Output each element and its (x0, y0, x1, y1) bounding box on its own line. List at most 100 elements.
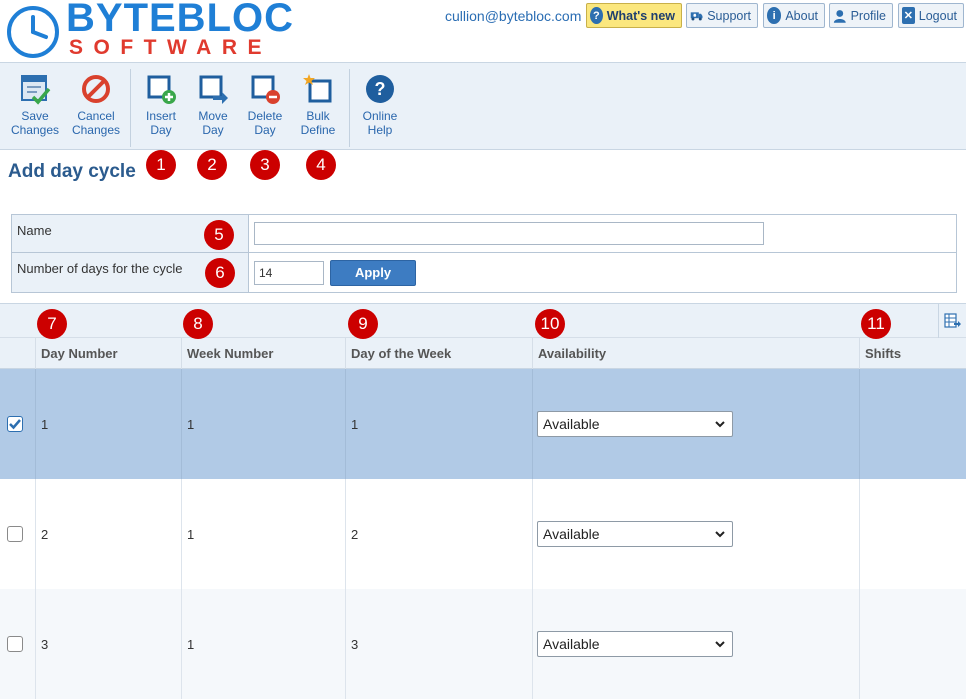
whats-new-button[interactable]: ? What's new (586, 3, 682, 28)
ambulance-icon (690, 11, 703, 20)
bulk-define-label-2: Define (300, 123, 336, 137)
chevron-down-icon (715, 531, 725, 538)
week-number-cell: 1 (181, 369, 345, 479)
week-number-cell: 1 (181, 479, 345, 589)
svg-text:?: ? (375, 79, 386, 99)
user-email[interactable]: cullion@bytebloc.com (445, 8, 581, 24)
info-icon: i (767, 7, 782, 24)
online-help-label-2: Help (367, 123, 393, 137)
column-header-day-of-week[interactable]: Day of the Week (345, 338, 532, 369)
about-button[interactable]: i About (763, 3, 825, 28)
column-header-day-number[interactable]: Day Number (35, 338, 181, 369)
logout-button[interactable]: ✕ Logout (898, 3, 964, 28)
day-of-week-cell: 3 (345, 589, 532, 699)
day-of-week-cell: 2 (345, 479, 532, 589)
online-help-label-1: Online (362, 109, 398, 123)
select-column-header (0, 338, 35, 369)
callout-badge-10: 10 (535, 309, 565, 339)
delete-icon (251, 75, 280, 104)
logo-subtitle: SOFTWARE (69, 36, 272, 59)
days-input[interactable]: 14 (254, 261, 324, 285)
name-input[interactable] (254, 222, 764, 245)
callout-badge-9: 9 (348, 309, 378, 339)
online-help-button[interactable]: ? Online Help (350, 73, 410, 143)
availability-select[interactable]: Available (537, 411, 733, 437)
checkmark-icon (9, 419, 21, 430)
move-day-label-1: Move (198, 109, 228, 123)
bulk-define-button[interactable]: Bulk Define (288, 73, 348, 143)
profile-button[interactable]: Profile (829, 3, 893, 28)
insert-day-label-2: Day (150, 123, 172, 137)
select-cell (0, 589, 35, 699)
whats-new-label: What's new (606, 8, 675, 23)
cancel-icon (82, 75, 110, 103)
days-row: Number of days for the cycle 14 Apply (12, 253, 956, 292)
export-table-icon (943, 313, 961, 328)
day-number-cell: 1 (35, 369, 181, 479)
row-checkbox[interactable] (7, 636, 23, 652)
callout-badge-5: 5 (204, 220, 234, 250)
callout-badge-2: 2 (197, 150, 227, 180)
callout-badge-7: 7 (37, 309, 67, 339)
shifts-cell (859, 479, 966, 589)
shifts-cell (859, 589, 966, 699)
day-cycle-form: Name Number of days for the cycle 14 App… (11, 214, 957, 293)
delete-day-label-1: Delete (247, 109, 283, 123)
column-header-week-number[interactable]: Week Number (181, 338, 345, 369)
availability-select[interactable]: Available (537, 521, 733, 547)
logout-label: Logout (918, 8, 957, 23)
row-checkbox[interactable] (7, 526, 23, 542)
profile-label: Profile (850, 8, 886, 23)
table-row[interactable]: 3 1 3 Available (0, 589, 966, 699)
callout-badge-6: 6 (205, 258, 235, 288)
bulk-define-icon (303, 74, 332, 103)
table-row[interactable]: 1 1 1 Available (0, 369, 966, 479)
grid-header: Day Number Week Number Day of the Week A… (0, 338, 966, 369)
day-number-cell: 3 (35, 589, 181, 699)
page-title: Add day cycle (8, 161, 136, 182)
logo-name: BYTEBLOC (66, 0, 294, 40)
delete-day-label-2: Day (254, 123, 276, 137)
bulk-define-label-1: Bulk (306, 109, 330, 123)
cancel-changes-label-1: Cancel (77, 109, 115, 123)
apply-button[interactable]: Apply (330, 260, 416, 286)
day-of-week-cell: 1 (345, 369, 532, 479)
support-label: Support (707, 8, 751, 23)
name-row: Name (12, 215, 956, 253)
chevron-down-icon (715, 421, 725, 428)
question-icon: ? (590, 7, 603, 24)
callout-badge-3: 3 (250, 150, 280, 180)
row-checkbox[interactable] (7, 416, 23, 432)
day-grid: Day Number Week Number Day of the Week A… (0, 303, 966, 699)
clock-logo-icon (7, 6, 59, 58)
callout-badge-8: 8 (183, 309, 213, 339)
insert-icon (147, 75, 176, 104)
shifts-cell (859, 369, 966, 479)
save-changes-button[interactable]: Save Changes (5, 73, 65, 143)
callout-badge-11: 11 (861, 309, 891, 339)
export-button[interactable] (938, 304, 966, 338)
help-icon: ? (366, 75, 394, 103)
about-label: About (785, 8, 818, 23)
cancel-changes-button[interactable]: Cancel Changes (66, 73, 126, 143)
app-header: BYTEBLOC SOFTWARE cullion@bytebloc.com ?… (0, 0, 966, 62)
column-header-availability[interactable]: Availability (532, 338, 859, 369)
select-cell (0, 479, 35, 589)
day-number-cell: 2 (35, 479, 181, 589)
move-icon (199, 75, 228, 104)
callout-badge-1: 1 (146, 150, 176, 180)
column-header-shifts[interactable]: Shifts (859, 338, 966, 369)
insert-day-button[interactable]: Insert Day (131, 73, 191, 143)
availability-selected-value: Available (543, 526, 600, 542)
bytebloc-logo[interactable]: BYTEBLOC SOFTWARE (6, 0, 311, 60)
delete-day-button[interactable]: Delete Day (235, 73, 295, 143)
save-changes-label-2: Changes (10, 123, 60, 137)
support-button[interactable]: Support (686, 3, 758, 28)
availability-select[interactable]: Available (537, 631, 733, 657)
table-row[interactable]: 2 1 2 Available (0, 479, 966, 589)
cancel-changes-label-2: Changes (71, 123, 121, 137)
grid-body: 1 1 1 Available 2 1 2 Available 3 1 3 Av… (0, 369, 966, 699)
close-icon: ✕ (902, 7, 915, 24)
move-day-button[interactable]: Move Day (183, 73, 243, 143)
save-icon (21, 75, 51, 105)
